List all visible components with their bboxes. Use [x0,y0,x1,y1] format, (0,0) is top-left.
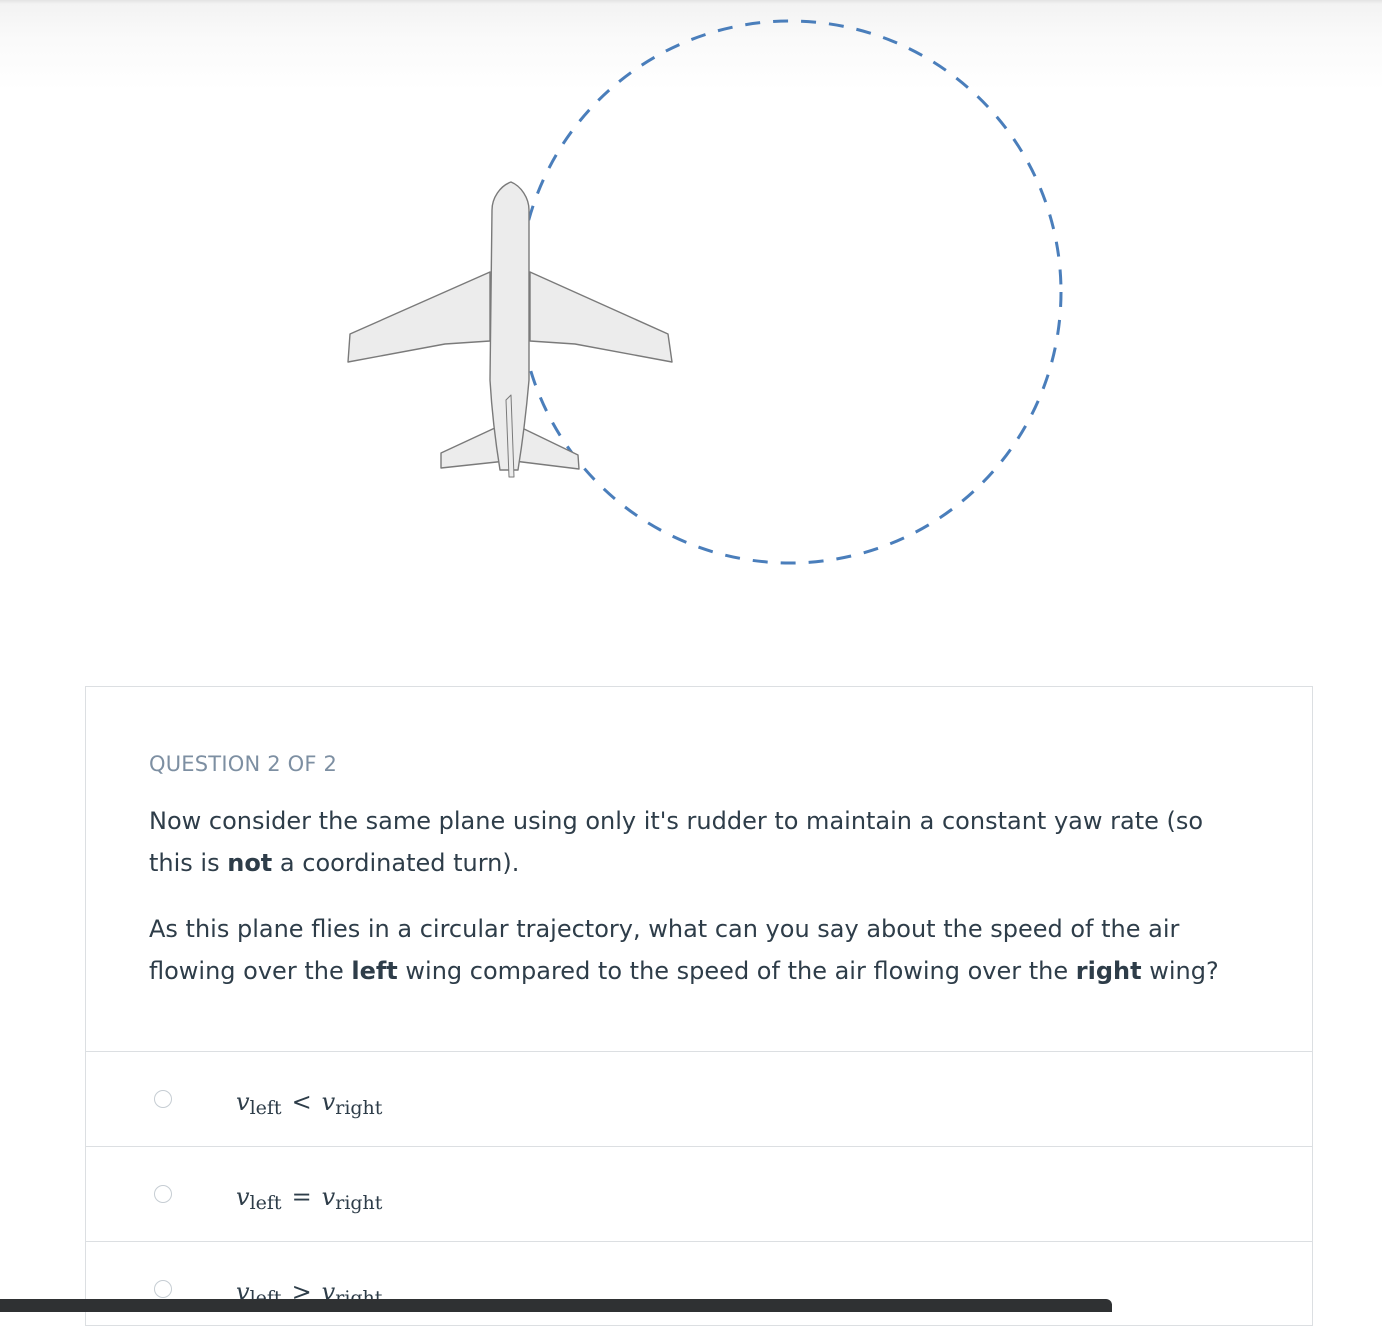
formula-variable: v [236,1088,250,1116]
bottom-toolbar [0,1299,1112,1312]
airplane-icon [347,181,673,478]
paragraph-2-bold-right: right [1075,957,1142,985]
radio-button-icon[interactable] [154,1185,172,1203]
trajectory-diagram [347,19,1063,565]
formula-subscript-right: right [335,1192,383,1214]
question-paragraph-2: As this plane flies in a circular trajec… [149,908,1249,992]
formula-subscript-right: right [335,1097,383,1119]
paragraph-1-bold: not [227,849,273,877]
formula-variable: v [236,1183,250,1211]
option-formula: vleft < vright [236,1088,383,1119]
formula-subscript-left: left [249,1192,282,1214]
circular-trajectory [517,19,1063,565]
question-header: QUESTION 2 OF 2 Now consider the same pl… [86,687,1312,1051]
radio-button-icon[interactable] [154,1280,172,1298]
formula-operator: < [291,1088,312,1116]
formula-subscript-left: left [249,1097,282,1119]
paragraph-2-bold-left: left [351,957,398,985]
question-paragraph-1: Now consider the same plane using only i… [149,800,1249,884]
formula-variable: v [321,1183,336,1211]
question-counter: QUESTION 2 OF 2 [149,752,338,776]
formula-operator: = [291,1183,312,1211]
answer-option-less-than[interactable]: vleft < vright [86,1051,1312,1146]
paragraph-2-text-c: wing? [1141,957,1219,985]
answer-option-greater-than[interactable]: vleft > vright [86,1241,1312,1336]
answer-option-equal[interactable]: vleft = vright [86,1146,1312,1241]
paragraph-1-text-b: a coordinated turn). [272,849,520,877]
radio-button-icon[interactable] [154,1090,172,1108]
question-card: QUESTION 2 OF 2 Now consider the same pl… [85,686,1313,1326]
formula-variable: v [321,1088,336,1116]
option-formula: vleft = vright [236,1183,383,1214]
paragraph-2-text-b: wing compared to the speed of the air fl… [397,957,1076,985]
